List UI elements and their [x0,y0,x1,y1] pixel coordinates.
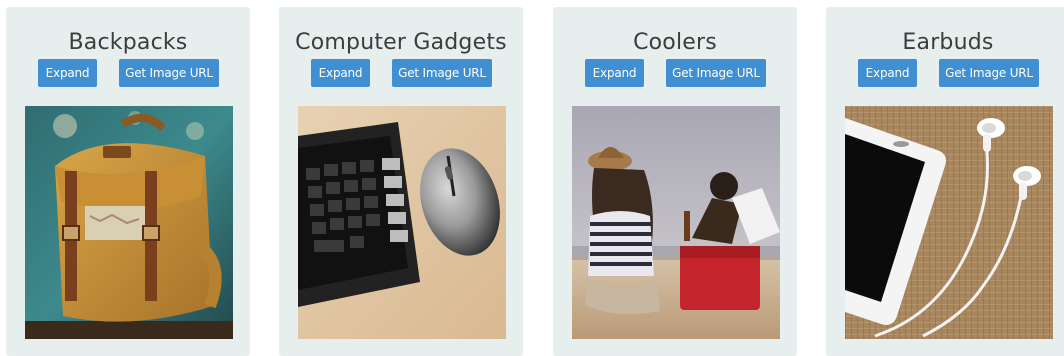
get-image-url-button[interactable]: Get Image URL [939,59,1039,87]
phone-earbuds-photo [845,106,1053,339]
computer-gadgets-image[interactable] [298,106,506,339]
keyboard-mouse-photo [298,106,506,339]
expand-button[interactable]: Expand [38,59,97,87]
get-image-url-button[interactable]: Get Image URL [119,59,219,87]
category-card-coolers: Coolers Expand Get Image URL [553,7,797,356]
card-title: Computer Gadgets [295,30,507,55]
backpack-photo [25,106,233,339]
category-card-computer-gadgets: Computer Gadgets Expand Get Image URL [279,7,523,356]
card-title: Coolers [633,30,717,55]
category-grid: Backpacks Expand Get Image URL Computer … [0,0,1064,356]
category-card-backpacks: Backpacks Expand Get Image URL [6,7,250,356]
backpack-image[interactable] [25,106,233,339]
beach-cooler-photo [572,106,780,339]
card-title: Backpacks [68,30,188,55]
category-card-earbuds: Earbuds Expand Get Image URL [826,7,1064,356]
earbuds-image[interactable] [845,106,1053,339]
expand-button[interactable]: Expand [311,59,370,87]
get-image-url-button[interactable]: Get Image URL [392,59,492,87]
expand-button[interactable]: Expand [858,59,917,87]
get-image-url-button[interactable]: Get Image URL [666,59,766,87]
coolers-image[interactable] [572,106,780,339]
card-title: Earbuds [902,30,994,55]
expand-button[interactable]: Expand [585,59,644,87]
